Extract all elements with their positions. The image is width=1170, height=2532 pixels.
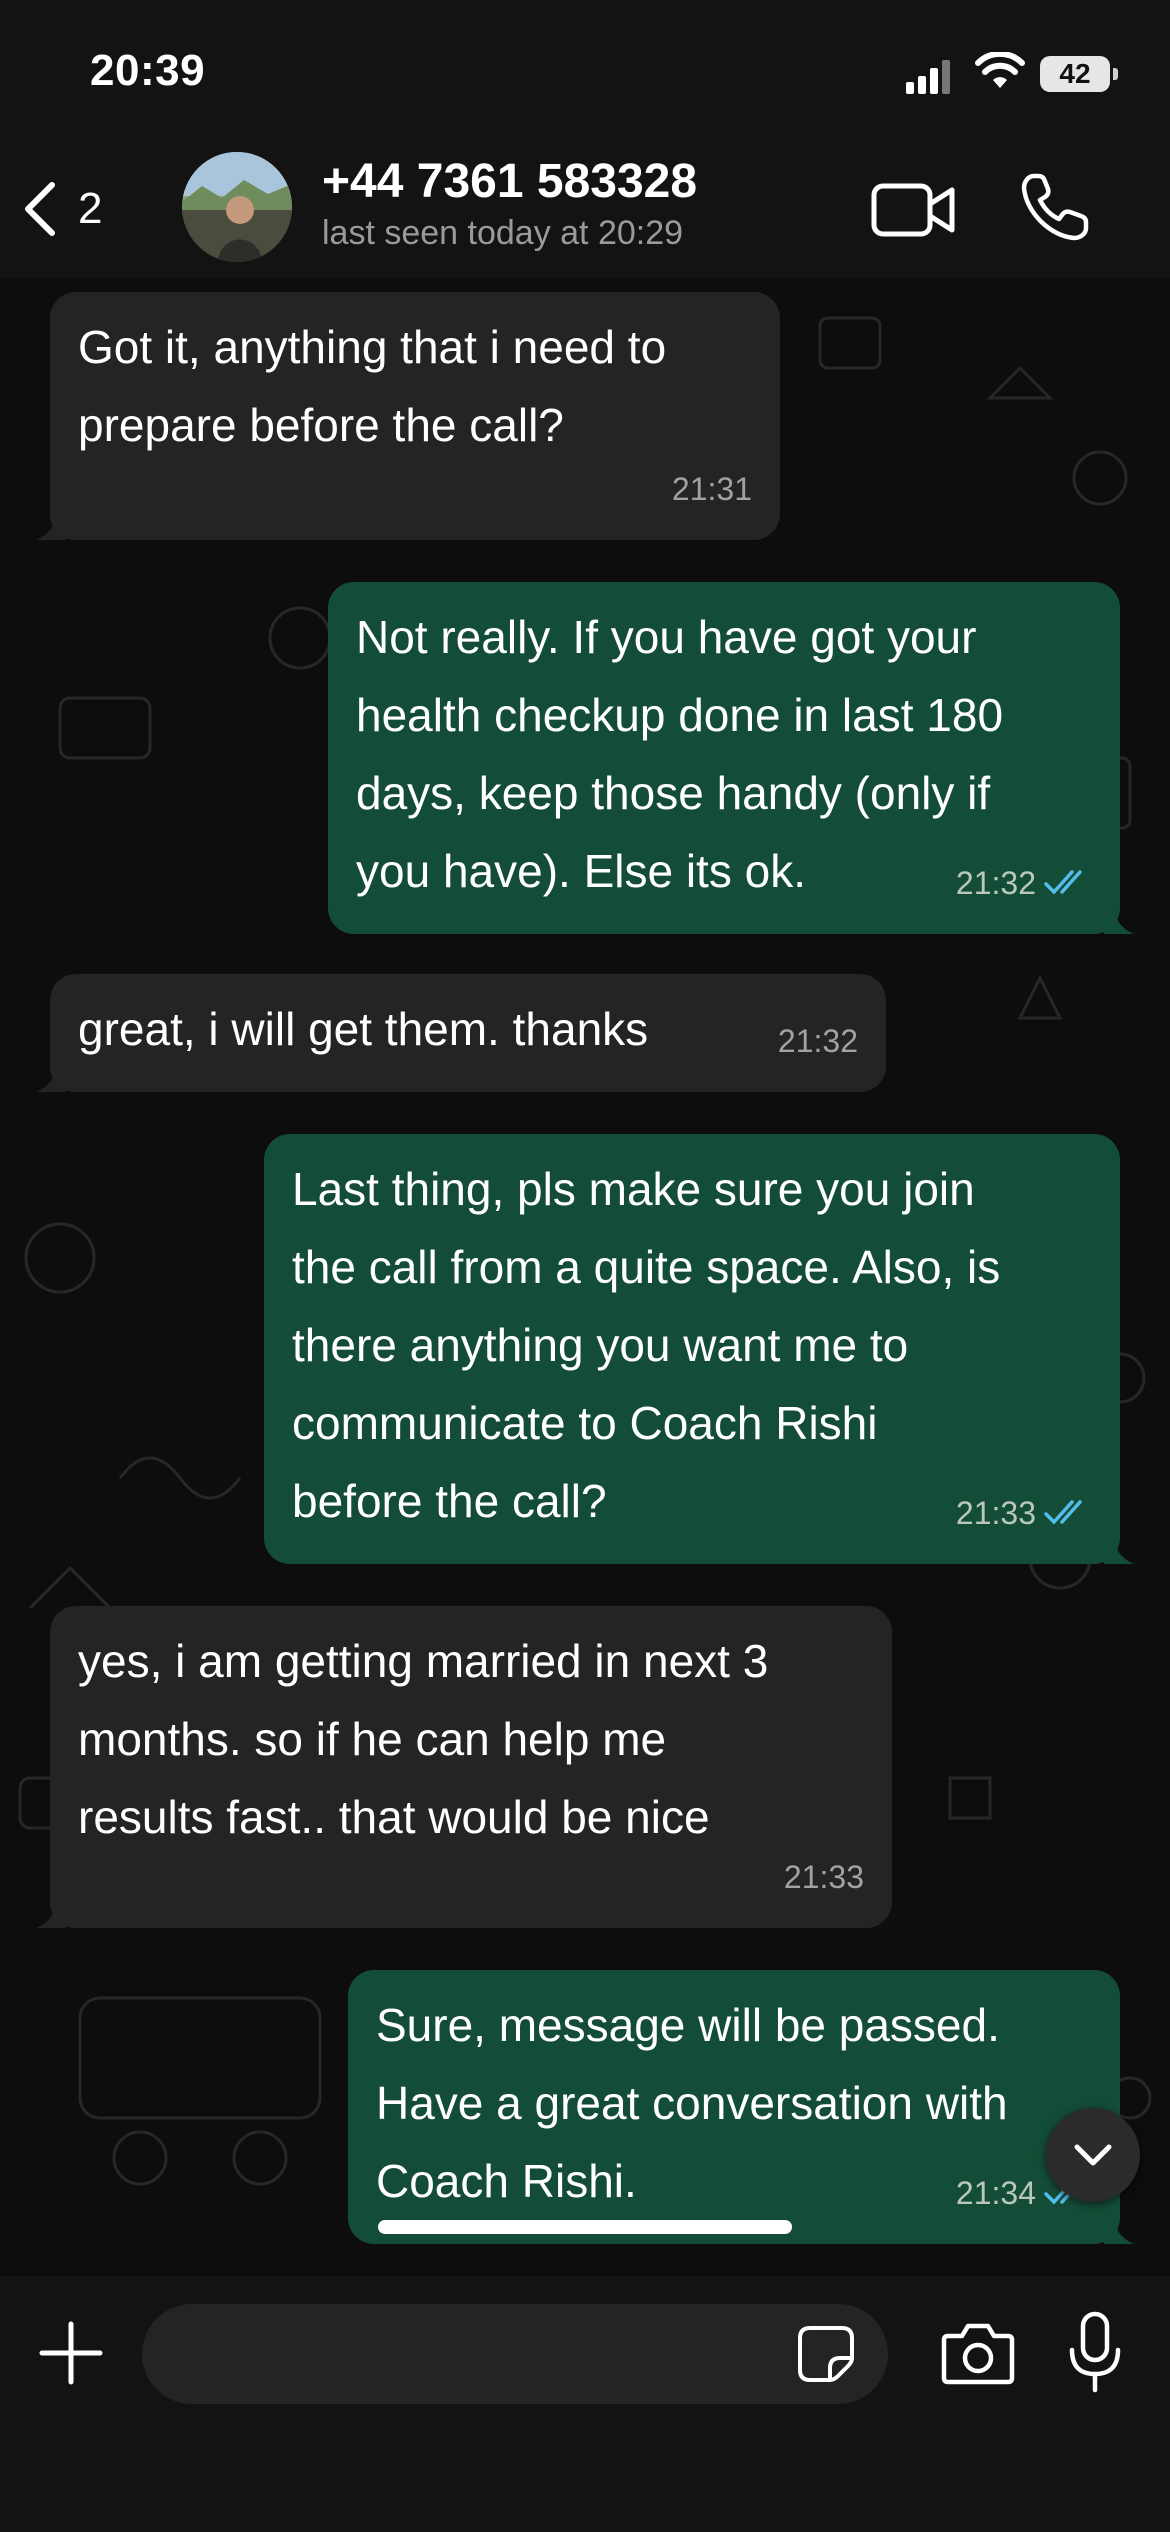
message-time: 21:32 xyxy=(955,865,1036,901)
message-time: 21:31 xyxy=(671,471,752,507)
message-bubble-outgoing[interactable]: Sure, message will be passed. Have a gre… xyxy=(348,1970,1134,2244)
camera-icon[interactable] xyxy=(940,2318,1016,2388)
contact-name[interactable]: +44 7361 583328 xyxy=(322,154,697,209)
battery-indicator: 42 xyxy=(1040,56,1118,92)
attach-plus-icon[interactable] xyxy=(36,2318,106,2388)
unread-chats-count: 2 xyxy=(78,184,103,233)
message-bubble-outgoing[interactable]: Not really. If you have got your health … xyxy=(328,582,1134,934)
bubble-tail xyxy=(36,510,66,540)
message-time: 21:33 xyxy=(783,1859,864,1895)
message-composer xyxy=(0,2220,1170,2532)
message-time: 21:33 xyxy=(955,1495,1036,1531)
chat-header: 2 +44 7361 583328 last seen today at 20:… xyxy=(0,140,1170,278)
wifi-icon xyxy=(975,52,1025,88)
bubble-tail xyxy=(1104,1534,1134,1564)
back-button[interactable]: 2 xyxy=(20,172,130,246)
message-time: 21:34 xyxy=(955,2175,1036,2211)
status-bar: 20:39 42 xyxy=(0,0,1170,140)
video-call-icon[interactable] xyxy=(870,174,956,244)
avatar-photo xyxy=(182,152,292,262)
scroll-to-bottom-button[interactable] xyxy=(1046,2108,1140,2202)
chevron-left-icon xyxy=(25,182,55,236)
chevron-down-icon xyxy=(1074,2144,1112,2166)
microphone-icon[interactable] xyxy=(1066,2310,1124,2396)
read-receipt-icon xyxy=(1044,870,1082,895)
message-time: 21:32 xyxy=(777,1023,858,1059)
bubble-tail xyxy=(1104,904,1134,934)
message-bubble-incoming[interactable]: yes, i am getting married in next 3 mont… xyxy=(36,1606,892,1928)
message-bubble-outgoing[interactable]: Last thing, pls make sure you join the c… xyxy=(264,1134,1134,1564)
bubble-tail xyxy=(1104,2214,1134,2244)
message-text: yes, i am getting married in next 3 mont… xyxy=(78,1635,769,1843)
bubble-tail xyxy=(36,1898,66,1928)
message-bubble-incoming[interactable]: great, i will get them. thanks 21:32 xyxy=(36,974,886,1092)
message-bubble-incoming[interactable]: Got it, anything that i need to prepare … xyxy=(36,292,780,540)
message-list[interactable]: Got it, anything that i need to prepare … xyxy=(0,278,1170,2276)
cellular-signal-icon xyxy=(906,60,952,94)
phone-icon[interactable] xyxy=(1018,170,1092,244)
bubble-tail xyxy=(36,1062,66,1092)
sticker-icon[interactable] xyxy=(796,2324,856,2384)
home-indicator xyxy=(378,2220,792,2234)
status-time: 20:39 xyxy=(90,46,206,95)
message-text: Got it, anything that i need to prepare … xyxy=(78,321,667,451)
contact-last-seen: last seen today at 20:29 xyxy=(322,214,684,252)
message-input[interactable] xyxy=(142,2304,888,2404)
read-receipt-icon xyxy=(1044,1500,1082,1525)
message-text: great, i will get them. thanks xyxy=(78,1003,649,1055)
whatsapp-chat-screen: 20:39 42 2 +44 7361 583328 last seen tod… xyxy=(0,0,1170,2532)
contact-avatar[interactable] xyxy=(182,152,292,262)
